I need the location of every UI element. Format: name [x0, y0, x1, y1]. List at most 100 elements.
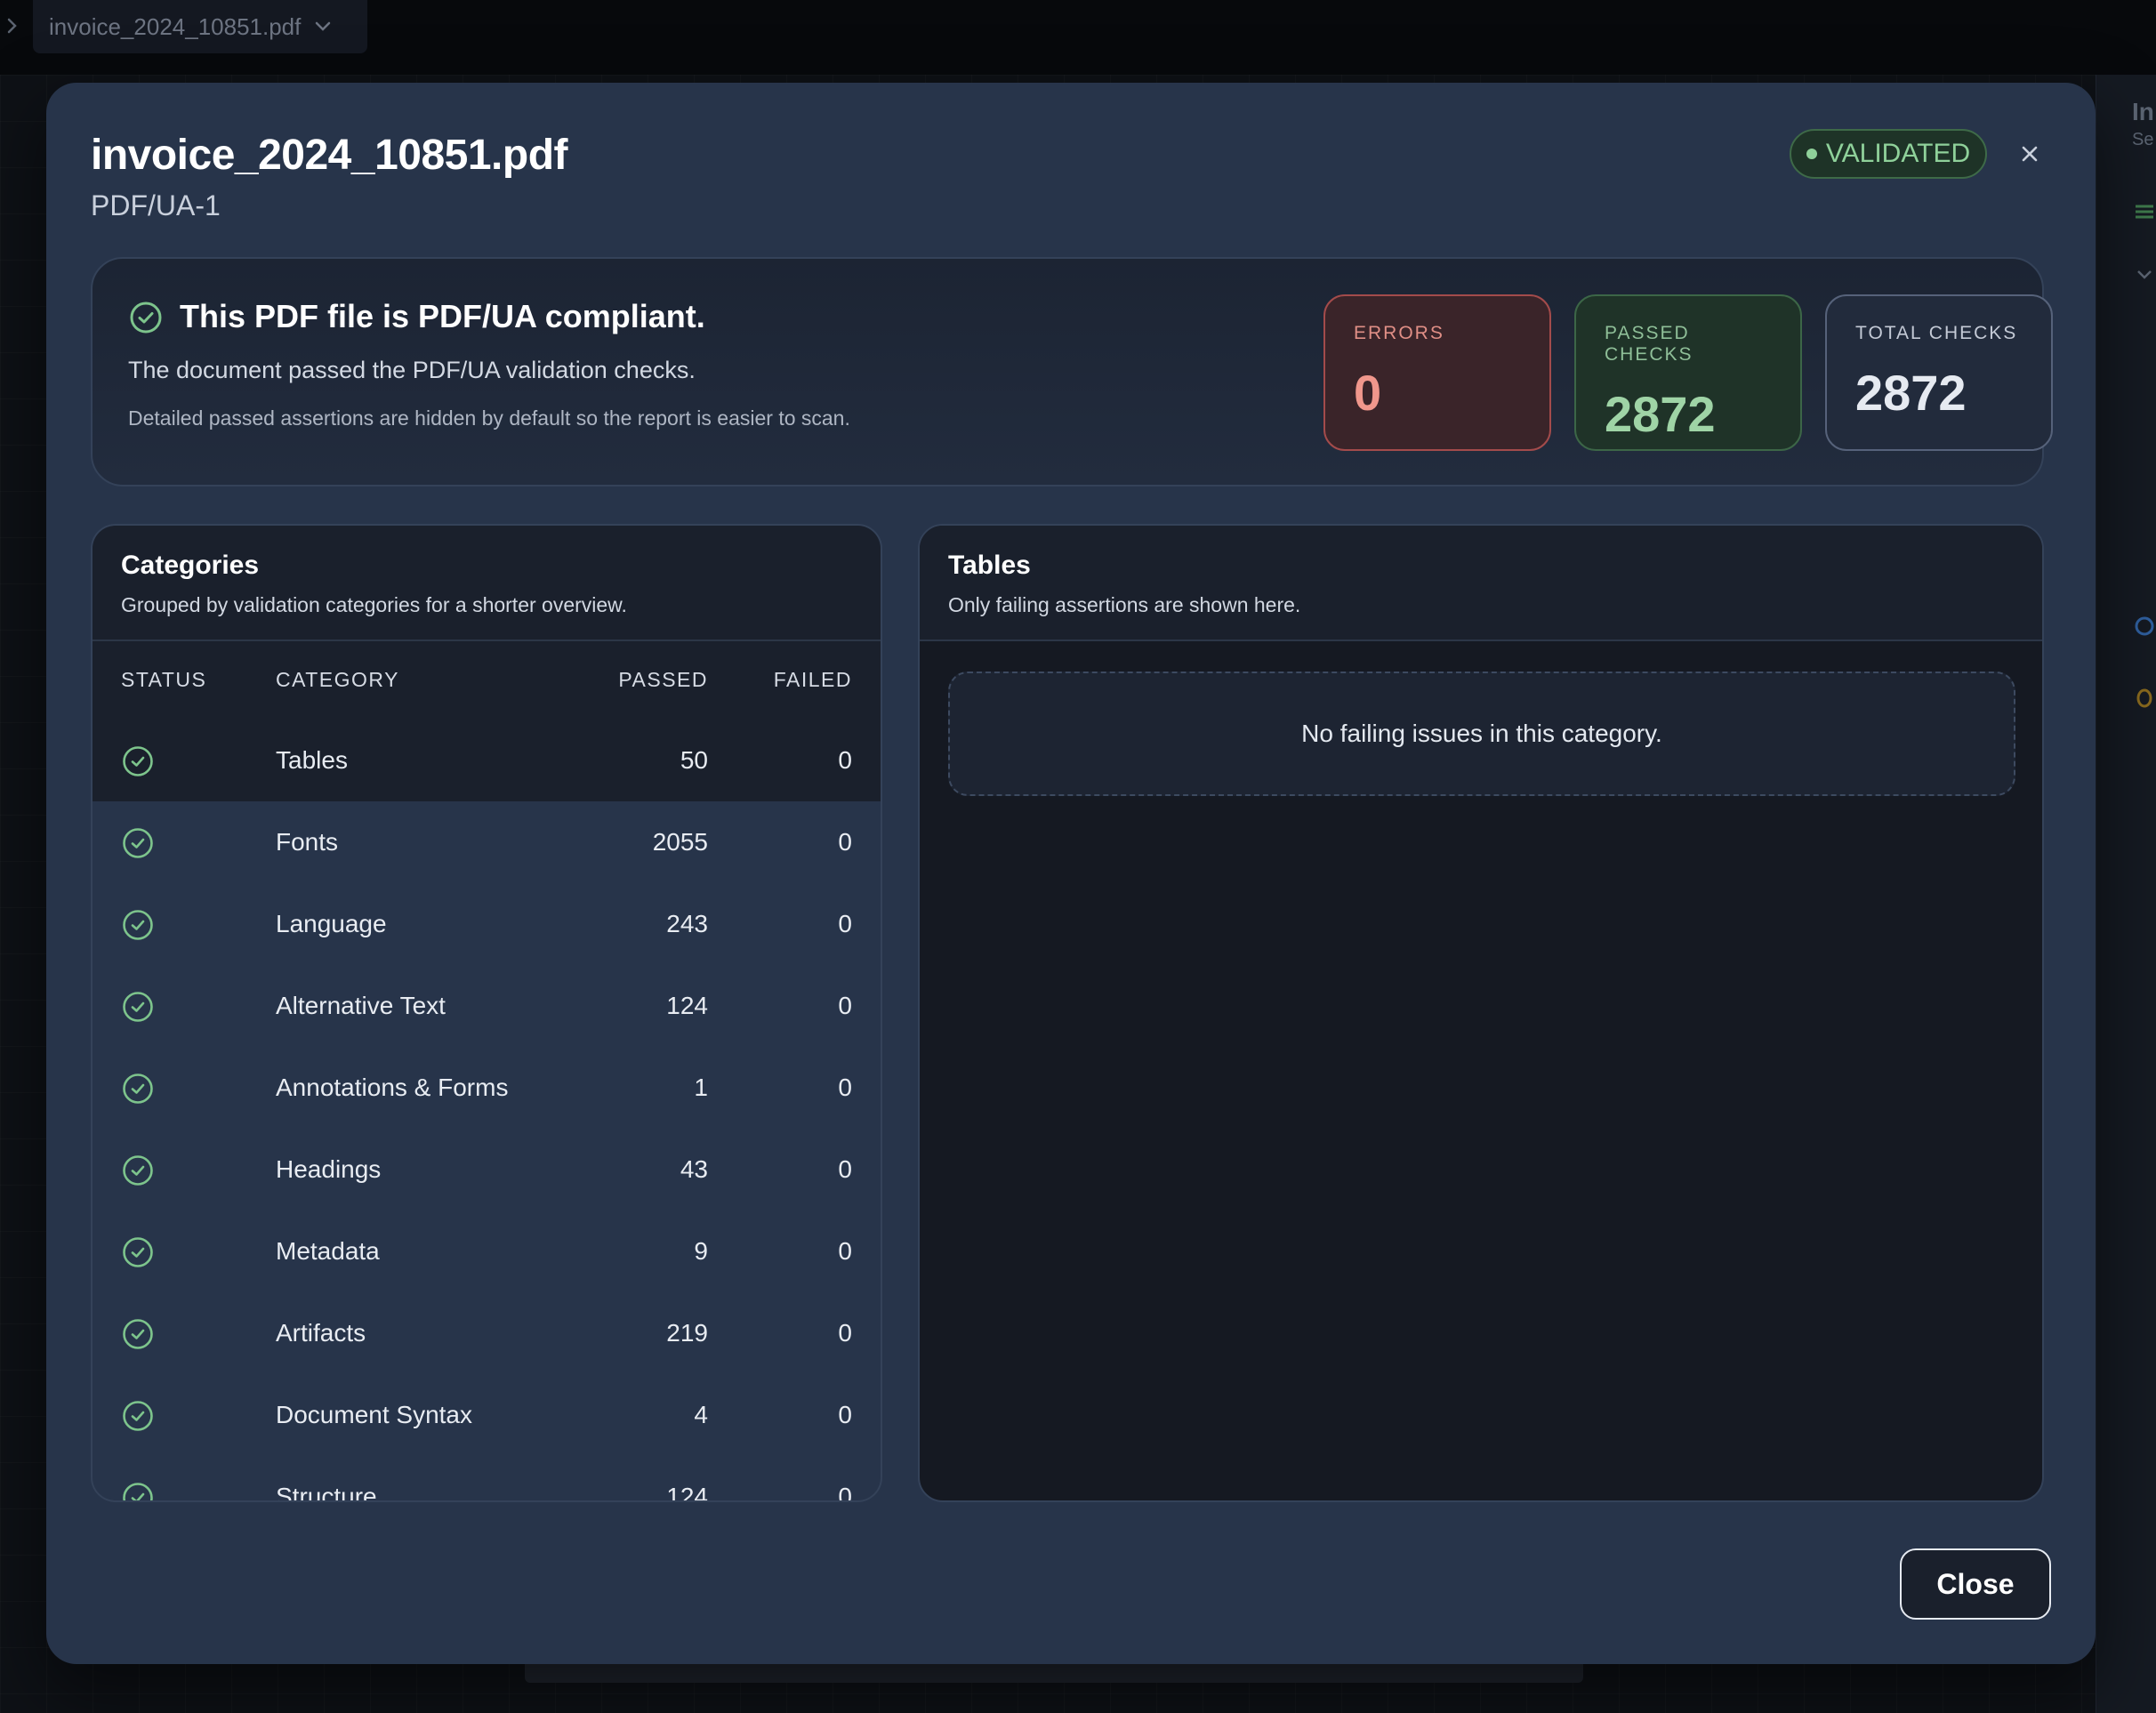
compliance-description: The document passed the PDF/UA validatio…	[128, 357, 696, 383]
category-name: Metadata	[276, 1237, 380, 1265]
column-header-failed[interactable]: FAILED	[774, 668, 852, 692]
inspector-side-panel: In Se	[2096, 75, 2156, 1713]
passed-checks-stat: PASSED CHECKS 2872	[1574, 294, 1802, 451]
table-row[interactable]: Metadata 9 0	[93, 1210, 881, 1292]
check-circle-icon	[121, 1072, 155, 1106]
failed-count: 0	[838, 1401, 852, 1428]
column-header-passed[interactable]: PASSED	[618, 668, 708, 692]
chevron-down-icon	[313, 17, 333, 36]
check-circle-icon	[121, 1481, 155, 1500]
empty-state: No failing issues in this category.	[948, 672, 2015, 796]
failed-count: 0	[838, 1155, 852, 1183]
categories-panel: Categories Grouped by validation categor…	[91, 524, 882, 1502]
check-circle-icon	[121, 908, 155, 942]
table-row[interactable]: Alternative Text 124 0	[93, 965, 881, 1047]
category-detail-panel: Tables Only failing assertions are shown…	[918, 524, 2044, 1502]
failed-count: 0	[838, 1074, 852, 1101]
close-button[interactable]: Close	[1900, 1548, 2051, 1620]
check-circle-icon	[121, 826, 155, 860]
column-header-status[interactable]: STATUS	[121, 668, 206, 692]
bottom-toolbar	[525, 1661, 1583, 1683]
file-tab[interactable]: invoice_2024_10851.pdf	[33, 0, 367, 53]
check-circle-icon	[121, 744, 155, 778]
total-checks-stat-label: TOTAL CHECKS	[1855, 323, 2018, 343]
passed-count: 50	[680, 746, 708, 774]
category-name: Structure	[276, 1483, 377, 1502]
table-row[interactable]: Fonts 2055 0	[93, 801, 881, 883]
passed-count: 9	[694, 1237, 708, 1265]
file-tab-label: invoice_2024_10851.pdf	[49, 12, 302, 40]
failed-count: 0	[838, 1483, 852, 1502]
total-checks-stat-value: 2872	[1855, 365, 1967, 421]
compliance-headline: This PDF file is PDF/UA compliant.	[180, 298, 705, 334]
total-checks-stat: TOTAL CHECKS 2872	[1825, 294, 2053, 451]
passed-checks-stat-value: 2872	[1605, 386, 1716, 442]
check-circle-icon	[128, 300, 164, 335]
passed-count: 4	[694, 1401, 708, 1428]
category-name: Tables	[276, 746, 348, 774]
dialog-title: invoice_2024_10851.pdf	[91, 132, 568, 179]
errors-stat-label: ERRORS	[1354, 323, 1444, 343]
check-circle-icon	[121, 1235, 155, 1269]
validation-report-dialog: invoice_2024_10851.pdf PDF/UA-1 VALIDATE…	[46, 83, 2096, 1664]
compliance-note: Detailed passed assertions are hidden by…	[128, 406, 850, 430]
refresh-icon[interactable]	[2132, 614, 2156, 639]
categories-table-body: Tables 50 0 Fonts 2055 0 Language 243 0 Alternati…	[93, 720, 881, 1502]
category-name: Document Syntax	[276, 1401, 472, 1428]
failed-count: 0	[838, 1237, 852, 1265]
detail-panel-title: Tables	[948, 551, 1031, 580]
table-row[interactable]: Tables 50 0	[93, 720, 881, 801]
side-panel-title: In	[2132, 98, 2154, 125]
check-circle-icon	[121, 1154, 155, 1187]
passed-count: 243	[666, 910, 708, 937]
table-row[interactable]: Annotations & Forms 1 0	[93, 1047, 881, 1129]
passed-count: 43	[680, 1155, 708, 1183]
table-header: STATUS CATEGORY PASSED FAILED	[93, 641, 881, 720]
compliance-summary-card: This PDF file is PDF/UA compliant. The d…	[91, 257, 2053, 487]
failed-count: 0	[838, 828, 852, 856]
errors-stat-value: 0	[1354, 365, 1382, 421]
failed-count: 0	[838, 1319, 852, 1347]
status-dot-icon	[1806, 149, 1817, 159]
side-panel-subtitle: Se	[2132, 130, 2154, 149]
chevron-right-icon[interactable]	[4, 15, 21, 36]
categories-panel-header: Categories Grouped by validation categor…	[93, 526, 881, 641]
failed-count: 0	[838, 746, 852, 774]
table-row[interactable]: Headings 43 0	[93, 1129, 881, 1210]
category-name: Alternative Text	[276, 992, 446, 1019]
chevron-down-icon[interactable]	[2132, 261, 2156, 286]
status-badge-label: VALIDATED	[1825, 139, 1971, 168]
detail-panel-header: Tables Only failing assertions are shown…	[920, 526, 2042, 641]
passed-count: 2055	[652, 828, 708, 856]
passed-count: 124	[666, 992, 708, 1019]
table-row[interactable]: Structure 124 0	[93, 1456, 881, 1502]
failed-count: 0	[838, 992, 852, 1019]
column-header-category[interactable]: CATEGORY	[276, 668, 399, 692]
category-name: Fonts	[276, 828, 339, 856]
bug-icon[interactable]	[2132, 685, 2156, 710]
failed-count: 0	[838, 910, 852, 937]
passed-count: 1	[694, 1074, 708, 1101]
categories-panel-title: Categories	[121, 551, 260, 580]
detail-panel-subtitle: Only failing assertions are shown here.	[948, 593, 1301, 616]
check-circle-icon	[121, 1317, 155, 1351]
dialog-subtitle: PDF/UA-1	[91, 189, 221, 221]
passed-count: 219	[666, 1319, 708, 1347]
category-name: Headings	[276, 1155, 382, 1183]
table-row[interactable]: Artifacts 219 0	[93, 1292, 881, 1374]
check-circle-icon	[121, 990, 155, 1024]
table-row[interactable]: Language 243 0	[93, 883, 881, 965]
passed-count: 124	[666, 1483, 708, 1502]
passed-checks-stat-label: PASSED CHECKS	[1605, 323, 1693, 365]
errors-stat: ERRORS 0	[1323, 294, 1551, 451]
close-icon[interactable]	[2012, 136, 2047, 172]
category-name: Artifacts	[276, 1319, 366, 1347]
category-name: Annotations & Forms	[276, 1074, 509, 1101]
top-bar: invoice_2024_10851.pdf	[0, 0, 2156, 75]
list-icon[interactable]	[2132, 199, 2156, 224]
categories-panel-subtitle: Grouped by validation categories for a s…	[121, 593, 627, 616]
status-badge: VALIDATED	[1790, 129, 1987, 179]
table-row[interactable]: Document Syntax 4 0	[93, 1374, 881, 1456]
category-name: Language	[276, 910, 387, 937]
check-circle-icon	[121, 1399, 155, 1433]
